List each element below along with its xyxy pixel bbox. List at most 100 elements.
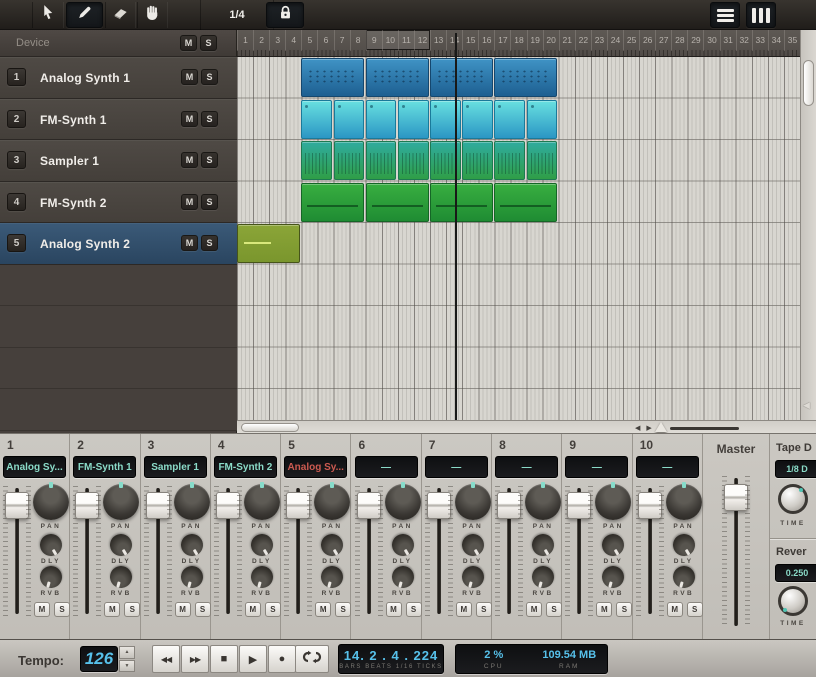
- channel-name-display[interactable]: —: [495, 456, 558, 478]
- fader-thumb[interactable]: [146, 492, 170, 519]
- track-solo-button[interactable]: S: [201, 194, 218, 210]
- channel-mute-button[interactable]: M: [667, 602, 683, 617]
- pan-knob[interactable]: [314, 484, 350, 520]
- ruler-bar[interactable]: 33: [752, 30, 768, 51]
- ruler-bar[interactable]: 11: [398, 30, 414, 51]
- reverb-send-knob[interactable]: [248, 564, 275, 591]
- vertical-scrollbar[interactable]: ◀: [800, 30, 816, 420]
- pan-knob[interactable]: [666, 484, 702, 520]
- track-row[interactable]: 1Analog Synth 1MS: [0, 57, 237, 99]
- volume-fader[interactable]: [143, 486, 173, 616]
- record-button[interactable]: ●: [268, 645, 296, 673]
- clip[interactable]: [398, 100, 429, 139]
- channel-solo-button[interactable]: S: [124, 602, 140, 617]
- track-solo-button[interactable]: S: [201, 235, 218, 251]
- ruler-bar[interactable]: 6: [317, 30, 333, 51]
- pan-knob[interactable]: [33, 484, 69, 520]
- channel-solo-button[interactable]: S: [476, 602, 492, 617]
- delay-send-knob[interactable]: [458, 530, 488, 560]
- mixer-view-button[interactable]: [746, 2, 776, 28]
- channel-mute-button[interactable]: M: [245, 602, 261, 617]
- ruler-bar[interactable]: 28: [671, 30, 687, 51]
- eraser-tool-button[interactable]: [105, 2, 136, 28]
- ruler-bar[interactable]: 17: [494, 30, 510, 51]
- ruler-bar[interactable]: 3: [269, 30, 285, 51]
- channel-name-display[interactable]: —: [355, 456, 418, 478]
- fader-thumb[interactable]: [567, 492, 591, 519]
- ruler-bar[interactable]: 24: [607, 30, 623, 51]
- ruler-bar[interactable]: 13: [430, 30, 446, 51]
- track-mute-button[interactable]: M: [181, 152, 198, 168]
- pan-knob[interactable]: [103, 484, 139, 520]
- delay-send-knob[interactable]: [387, 530, 417, 560]
- fader-thumb[interactable]: [75, 492, 99, 519]
- volume-fader[interactable]: [213, 486, 243, 616]
- pan-knob[interactable]: [385, 484, 421, 520]
- track-solo-button[interactable]: S: [201, 111, 218, 127]
- tempo-up-button[interactable]: ▲: [119, 646, 135, 659]
- clip[interactable]: [366, 58, 429, 97]
- channel-name-display[interactable]: Analog Sy...: [284, 456, 347, 478]
- ruler-bar[interactable]: 8: [350, 30, 366, 51]
- track-row[interactable]: 4FM-Synth 2MS: [0, 182, 237, 224]
- fader-thumb[interactable]: [497, 492, 521, 519]
- volume-fader[interactable]: [283, 486, 313, 616]
- clip[interactable]: [301, 58, 364, 97]
- horizontal-scrollbar[interactable]: ◀ ▶: [237, 420, 816, 433]
- reverb-send-knob[interactable]: [459, 564, 486, 591]
- clip[interactable]: [494, 183, 557, 222]
- channel-mute-button[interactable]: M: [175, 602, 191, 617]
- fader-thumb[interactable]: [5, 492, 29, 519]
- ruler-bar[interactable]: 19: [527, 30, 543, 51]
- ruler-bar[interactable]: 32: [736, 30, 752, 51]
- ruler-bar[interactable]: 22: [575, 30, 591, 51]
- empty-track-row[interactable]: [0, 389, 237, 431]
- clip[interactable]: [430, 183, 493, 222]
- clip[interactable]: [366, 183, 429, 222]
- track-solo-button[interactable]: S: [201, 152, 218, 168]
- channel-mute-button[interactable]: M: [596, 602, 612, 617]
- reverb-send-knob[interactable]: [600, 564, 627, 591]
- track-row[interactable]: 3Sampler 1MS: [0, 140, 237, 182]
- empty-track-row[interactable]: [0, 306, 237, 348]
- clip[interactable]: [494, 141, 525, 180]
- zoom-handle[interactable]: [655, 422, 667, 432]
- volume-fader[interactable]: [354, 486, 384, 616]
- volume-fader[interactable]: [564, 486, 594, 616]
- reverb-send-knob[interactable]: [319, 564, 346, 591]
- tape-delay-time-knob[interactable]: [778, 484, 808, 514]
- fast-forward-button[interactable]: ▶▶: [181, 645, 209, 673]
- pan-knob[interactable]: [174, 484, 210, 520]
- pan-knob[interactable]: [525, 484, 561, 520]
- channel-name-display[interactable]: —: [425, 456, 488, 478]
- track-row[interactable]: 2FM-Synth 1MS: [0, 99, 237, 141]
- clip[interactable]: [527, 141, 558, 180]
- clip[interactable]: [301, 183, 364, 222]
- pan-knob[interactable]: [244, 484, 280, 520]
- tempo-display[interactable]: 126: [80, 646, 118, 672]
- channel-name-display[interactable]: FM-Synth 2: [214, 456, 277, 478]
- track-mute-button[interactable]: M: [181, 235, 198, 251]
- ruler-bar[interactable]: 27: [655, 30, 671, 51]
- track-mute-button[interactable]: M: [181, 69, 198, 85]
- ruler-bar[interactable]: 1: [237, 30, 253, 51]
- select-tool-button[interactable]: [32, 2, 64, 28]
- clip[interactable]: [494, 58, 557, 97]
- vertical-scroll-thumb[interactable]: [803, 60, 814, 106]
- ruler-bar[interactable]: 12: [414, 30, 430, 51]
- pan-knob[interactable]: [455, 484, 491, 520]
- fader-thumb[interactable]: [427, 492, 451, 519]
- reverb-value-display[interactable]: 0.250: [775, 564, 816, 582]
- zoom-arrows-icon[interactable]: ◀ ▶: [635, 424, 654, 432]
- delay-send-knob[interactable]: [36, 530, 66, 560]
- reverb-send-knob[interactable]: [670, 564, 697, 591]
- scroll-left-arrow-icon[interactable]: ◀: [803, 400, 810, 411]
- ruler-bar[interactable]: 5: [301, 30, 317, 51]
- arrange-grid[interactable]: [237, 57, 800, 420]
- volume-fader[interactable]: [494, 486, 524, 616]
- ruler-bar[interactable]: 10: [382, 30, 398, 51]
- ruler-bar[interactable]: 25: [623, 30, 639, 51]
- zoom-slider[interactable]: [670, 427, 739, 430]
- volume-fader[interactable]: [635, 486, 665, 616]
- clip[interactable]: [366, 100, 397, 139]
